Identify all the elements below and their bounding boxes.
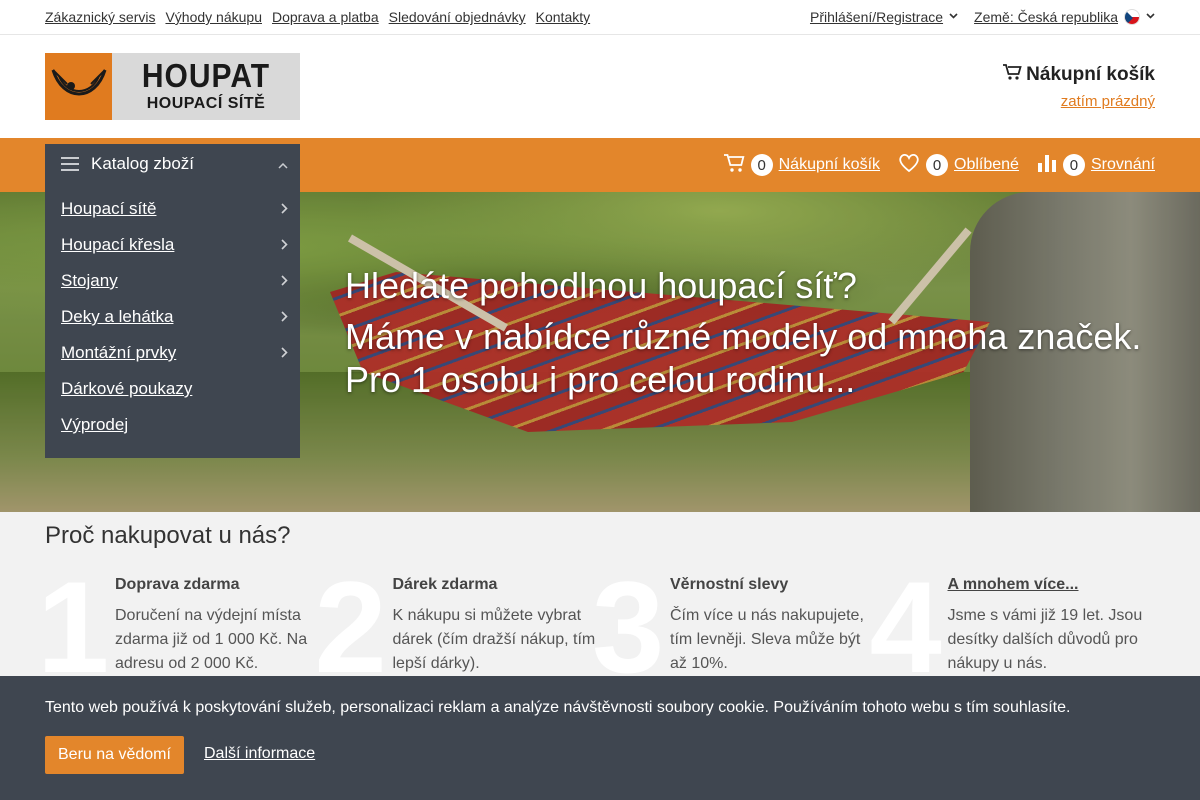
feature-item: 2 Dárek zdarma K nákupu si můžete vybrat d… xyxy=(315,562,601,692)
chevron-right-icon xyxy=(281,273,288,289)
nav-compare[interactable]: 0 Srovnání xyxy=(1037,154,1155,177)
feature-item: 4A mnohem více... Jsme s vámi již 19 let.… xyxy=(870,562,1156,692)
hero-headline: Hledáte pohodlnou houpací síť? Máme v na… xyxy=(345,264,1141,402)
chevron-right-icon xyxy=(281,345,288,361)
chevron-right-icon xyxy=(281,201,288,217)
top-links: Zákaznický servis Výhody nákupu Doprava … xyxy=(45,9,590,25)
cart-count-badge: 0 xyxy=(750,154,773,176)
czech-flag-icon xyxy=(1124,9,1140,25)
catalog-item[interactable]: Houpací křesla xyxy=(45,227,300,263)
login-dropdown[interactable]: Přihlášení/Registrace xyxy=(810,9,958,25)
cart-icon xyxy=(1002,63,1022,87)
chevron-right-icon xyxy=(281,237,288,253)
bar-chart-icon xyxy=(1037,154,1057,177)
nav-cart-label: Nákupní košík xyxy=(778,156,881,173)
link-shipping-payment[interactable]: Doprava a platba xyxy=(272,9,379,25)
header-cart-title: Nákupní košík xyxy=(1026,64,1155,85)
logo-subtitle: HOUPACÍ SÍTĚ xyxy=(146,94,266,112)
catalog-item[interactable]: Deky a lehátka xyxy=(45,299,300,335)
catalog-item-label: Houpací křesla xyxy=(61,235,175,254)
feature-title[interactable]: A mnohem více... xyxy=(948,576,1156,594)
cart-icon xyxy=(723,153,745,178)
cookie-more-link[interactable]: Další informace xyxy=(204,745,315,763)
favorites-count-badge: 0 xyxy=(926,154,949,176)
feature-item: 3 Věrnostní slevy Čím více u nás nakupujet… xyxy=(592,562,878,692)
catalog-toggle[interactable]: Katalog zboží xyxy=(45,144,300,184)
feature-number: 4 xyxy=(869,554,942,700)
feature-description: Čím více u nás nakupujete, tím levněji. … xyxy=(670,607,864,672)
catalog-item[interactable]: Stojany xyxy=(45,263,300,299)
hero-line-1: Hledáte pohodlnou houpací síť? xyxy=(345,265,857,306)
catalog-item-label: Montážní prvky xyxy=(61,343,177,362)
header-cart-status[interactable]: zatím prázdný xyxy=(1002,93,1155,110)
site-header: HOUPAT HOUPACÍ SÍTĚ Nákupní košík zatím … xyxy=(0,35,1200,138)
catalog-list: Houpací sítě Houpací křesla Stojany Deky a … xyxy=(45,184,300,443)
login-label: Přihlášení/Registrace xyxy=(809,9,944,25)
top-bar: Zákaznický servis Výhody nákupu Doprava … xyxy=(0,0,1200,35)
link-order-tracking[interactable]: Sledování objednávky xyxy=(389,9,526,25)
chevron-down-icon xyxy=(949,11,958,21)
nav-favorites-label: Oblíbené xyxy=(954,156,1019,173)
catalog-item-label: Houpací sítě xyxy=(61,199,157,218)
nav-favorites[interactable]: 0 Oblíbené xyxy=(898,153,1019,178)
feature-description: K nákupu si můžete vybrat dárek (čím dra… xyxy=(392,607,596,672)
feature-number: 1 xyxy=(37,554,110,700)
logo[interactable]: HOUPAT HOUPACÍ SÍTĚ xyxy=(45,53,300,120)
catalog-item-label: Dárkové poukazy xyxy=(61,379,193,398)
feature-number: 3 xyxy=(592,554,665,700)
catalog-title: Katalog zboží xyxy=(91,154,195,173)
cookie-accept-button[interactable]: Beru na vědomí xyxy=(45,736,184,774)
why-us-title: Proč nakupovat u nás? xyxy=(45,522,291,549)
catalog-item-label: Deky a lehátka xyxy=(61,307,174,326)
cookie-bar: Tento web používá k poskytování služeb, … xyxy=(0,676,1200,800)
catalog-item[interactable]: Dárkové poukazy xyxy=(45,371,300,407)
chevron-right-icon xyxy=(281,309,288,325)
header-cart[interactable]: Nákupní košík zatím prázdný xyxy=(1002,63,1155,110)
catalog-menu: Katalog zboží Houpací sítě Houpací křesla… xyxy=(45,144,300,458)
link-customer-service[interactable]: Zákaznický servis xyxy=(45,9,155,25)
country-label: Země: Česká republika xyxy=(974,9,1118,25)
feature-description: Jsme s vámi již 19 let. Jsou desítky dal… xyxy=(947,607,1143,672)
menu-icon xyxy=(61,157,79,171)
hero-line-3: Pro 1 osobu i pro celou rodinu... xyxy=(345,359,856,401)
feature-item: 1 Doprava zdarma Doručení na výdejní místa… xyxy=(37,562,323,692)
country-dropdown[interactable]: Země: Česká republika xyxy=(974,9,1155,25)
feature-title: Dárek zdarma xyxy=(392,576,498,593)
nav-cart[interactable]: 0 Nákupní košík xyxy=(723,153,880,178)
catalog-item[interactable]: Výprodej xyxy=(45,407,300,443)
catalog-item-label: Výprodej xyxy=(61,415,129,434)
link-shopping-benefits[interactable]: Výhody nákupu xyxy=(165,9,262,25)
top-right: Přihlášení/Registrace Země: Česká republ… xyxy=(810,9,1155,25)
catalog-item[interactable]: Houpací sítě xyxy=(45,191,300,227)
feature-title: Doprava zdarma xyxy=(115,576,240,593)
link-contacts[interactable]: Kontakty xyxy=(536,9,590,25)
nav-compare-label: Srovnání xyxy=(1090,156,1155,173)
logo-title: HOUPAT xyxy=(141,57,271,95)
hero-line-2: Máme v nabídce různé modely od mnoha zna… xyxy=(345,316,1142,358)
hammock-logo-icon xyxy=(45,53,112,120)
chevron-down-icon xyxy=(1146,11,1155,21)
features-list: 1 Doprava zdarma Doručení na výdejní místa… xyxy=(37,562,1156,692)
catalog-item-label: Stojany xyxy=(61,271,118,290)
compare-count-badge: 0 xyxy=(1062,154,1085,176)
feature-description: Doručení na výdejní místa zdarma již od … xyxy=(115,607,308,672)
feature-number: 2 xyxy=(314,554,387,700)
chevron-up-icon xyxy=(278,154,288,174)
heart-icon xyxy=(898,153,920,178)
catalog-item[interactable]: Montážní prvky xyxy=(45,335,300,371)
feature-title: Věrnostní slevy xyxy=(670,576,789,593)
cookie-message: Tento web používá k poskytování služeb, … xyxy=(45,699,1071,716)
